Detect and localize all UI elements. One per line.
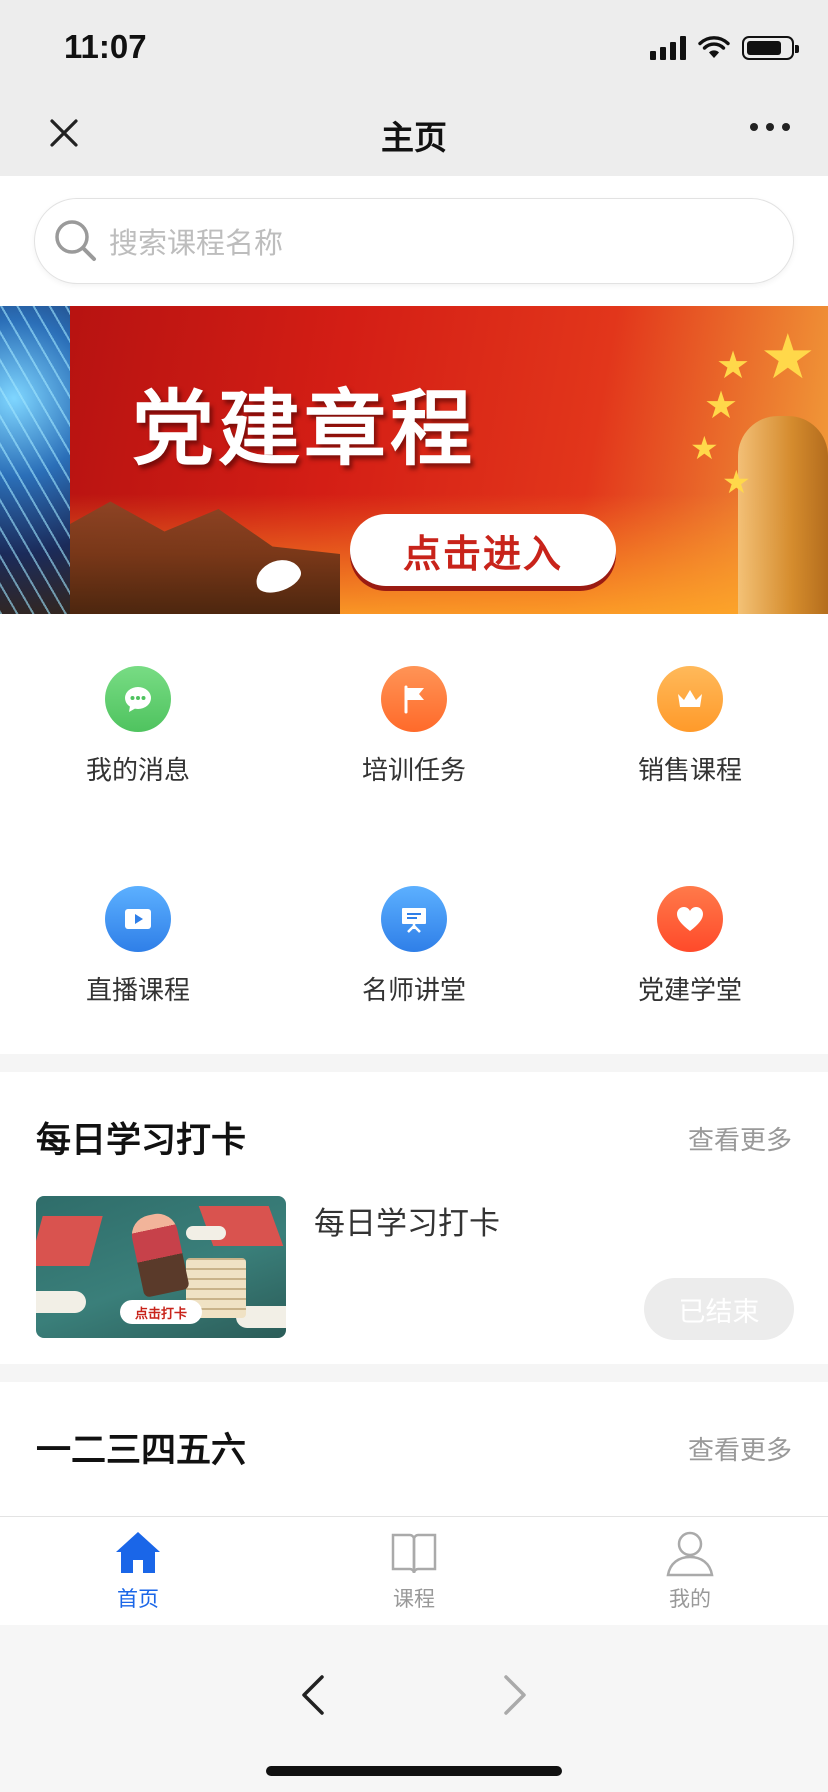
section-title: 一二三四五六 <box>36 1431 247 1471</box>
heart-icon <box>657 886 723 952</box>
tab-label: 首页 <box>117 1587 159 1611</box>
view-more-link[interactable]: 查看更多 <box>688 1430 792 1467</box>
presentation-icon <box>381 886 447 952</box>
tab-mine[interactable]: 我的 <box>552 1517 828 1625</box>
chat-bubble-icon <box>105 666 171 732</box>
search-placeholder: 搜索课程名称 <box>109 226 284 260</box>
grid-item-famous-teacher[interactable]: 名师讲堂 <box>276 834 552 1054</box>
grid-label: 我的消息 <box>85 756 190 786</box>
feature-grid: 我的消息 培训任务 销售课程 直播课程 名师讲堂 党建学堂 <box>0 614 828 1054</box>
huabiao-image <box>738 416 828 614</box>
thumb-tag: 点击打卡 <box>120 1300 202 1324</box>
banner-headline: 党建章程 <box>132 382 477 477</box>
section-header: 一二三四五六 查看更多 <box>0 1382 828 1506</box>
user-icon <box>666 1531 714 1577</box>
grid-item-party-school[interactable]: 党建学堂 <box>552 834 828 1054</box>
tab-label: 我的 <box>669 1587 711 1611</box>
search-icon <box>55 220 96 261</box>
checkin-thumbnail: 点击打卡 <box>36 1196 286 1338</box>
banner-city-image <box>0 306 70 614</box>
grid-label: 培训任务 <box>361 756 466 786</box>
search-area: 搜索课程名称 <box>0 176 828 306</box>
forward-arrow-icon[interactable] <box>498 1673 532 1717</box>
banner[interactable]: ★ ★ ★ ★ ★ 党建章程 点击进入 <box>0 306 828 614</box>
daily-checkin-section: 每日学习打卡 查看更多 点击打卡 每日学习打卡 已结束 <box>0 1072 828 1364</box>
grid-label: 销售课程 <box>637 756 742 786</box>
grid-label: 直播课程 <box>85 976 190 1006</box>
section-title: 每日学习打卡 <box>36 1121 247 1161</box>
home-icon <box>116 1532 160 1573</box>
tab-courses[interactable]: 课程 <box>276 1517 552 1625</box>
view-more-link[interactable]: 查看更多 <box>688 1120 792 1157</box>
banner-cta-button[interactable]: 点击进入 <box>350 514 616 586</box>
star-icon: ★ <box>704 383 739 427</box>
play-icon <box>105 886 171 952</box>
grid-item-training-tasks[interactable]: 培训任务 <box>276 614 552 834</box>
search-input[interactable]: 搜索课程名称 <box>34 198 794 284</box>
home-indicator <box>266 1766 562 1776</box>
flag-icon <box>381 666 447 732</box>
tab-label: 课程 <box>393 1587 435 1611</box>
status-time: 11:07 <box>64 28 147 65</box>
star-icon: ★ <box>760 320 816 393</box>
book-icon <box>391 1533 437 1574</box>
item-title: 每日学习打卡 <box>314 1206 500 1242</box>
status-bar: 11:07 <box>0 0 828 95</box>
more-icon[interactable] <box>750 123 790 131</box>
status-icons <box>650 36 799 60</box>
grid-label: 名师讲堂 <box>361 976 466 1006</box>
grid-label: 党建学堂 <box>637 976 742 1006</box>
list-item[interactable]: 点击打卡 每日学习打卡 已结束 <box>0 1196 828 1364</box>
section-two: 一二三四五六 查看更多 <box>0 1382 828 1516</box>
tab-home[interactable]: 首页 <box>0 1517 276 1625</box>
star-icon: ★ <box>716 343 751 387</box>
wifi-icon <box>698 36 730 58</box>
section-header: 每日学习打卡 查看更多 <box>0 1072 828 1196</box>
status-badge: 已结束 <box>644 1278 794 1340</box>
nav-bar: 主页 <box>0 95 828 176</box>
tab-bar: 首页 课程 我的 <box>0 1516 828 1625</box>
signal-icon <box>650 36 686 60</box>
star-icon: ★ <box>722 463 751 501</box>
crown-icon <box>657 666 723 732</box>
main-content[interactable]: 搜索课程名称 ★ ★ ★ ★ ★ 党建章程 点击进入 我的消息 培训任务 销售课… <box>0 176 828 1516</box>
page-title: 主页 <box>381 118 447 157</box>
grid-item-sales-courses[interactable]: 销售课程 <box>552 614 828 834</box>
star-icon: ★ <box>690 429 719 467</box>
battery-icon <box>742 36 799 60</box>
grid-item-messages[interactable]: 我的消息 <box>0 614 276 834</box>
back-arrow-icon[interactable] <box>296 1673 330 1717</box>
grid-item-live-courses[interactable]: 直播课程 <box>0 834 276 1054</box>
